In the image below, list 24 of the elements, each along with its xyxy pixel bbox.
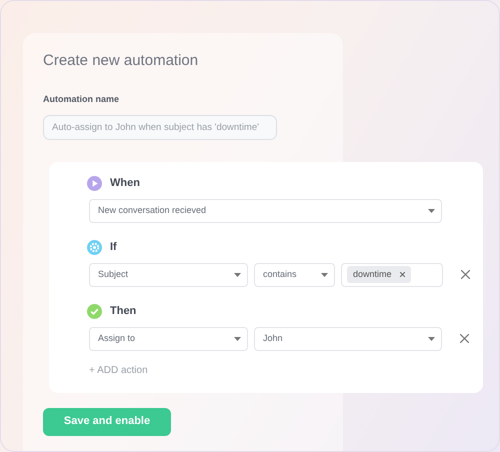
check-icon: [87, 304, 102, 319]
section-title: If: [110, 240, 117, 256]
tag-input-field[interactable]: downtime: [341, 262, 443, 286]
dropdown[interactable]: contains: [254, 262, 335, 286]
caret-icon: [321, 272, 328, 276]
play-icon: [87, 176, 102, 191]
gear-icon: [87, 240, 102, 255]
dropdown[interactable]: Assign to: [89, 326, 248, 350]
caret-icon: [428, 336, 435, 340]
dropdown[interactable]: New conversation recieved: [89, 198, 442, 222]
tag-chip: downtime: [347, 266, 411, 284]
automation-name-field[interactable]: Auto-assign to John when subject has 'downtime': [43, 114, 277, 140]
close-icon[interactable]: [400, 272, 405, 277]
remove-button[interactable]: [460, 334, 470, 344]
field-label: Automation name: [43, 93, 120, 106]
caret-icon: [234, 336, 241, 340]
caret-icon: [428, 208, 435, 212]
page-title: Create new automation: [43, 51, 200, 71]
dropdown[interactable]: John: [254, 326, 442, 350]
section-title: Then: [110, 304, 136, 320]
caret-icon: [234, 272, 241, 276]
section-title: When: [110, 176, 140, 192]
remove-button[interactable]: [461, 270, 471, 280]
dropdown[interactable]: Subject: [89, 262, 248, 286]
